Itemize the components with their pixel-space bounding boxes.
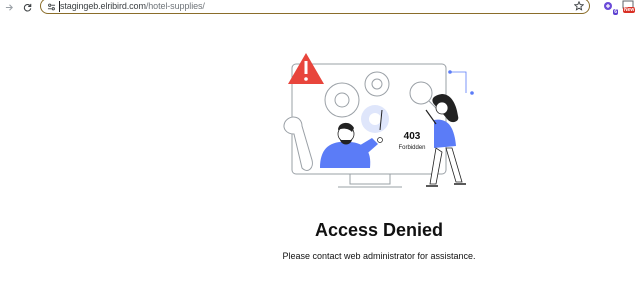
star-icon [574,1,584,11]
gear-icon [361,105,389,133]
browser-toolbar: stagingeb.elribird.com/hotel-supplies/ 6… [0,0,640,16]
url-path: /hotel-supplies/ [145,1,205,11]
status-code: 403 [403,131,421,142]
url-text[interactable]: stagingeb.elribird.com/hotel-supplies/ [60,0,205,12]
new-badge: New [623,7,636,13]
arrow-right-icon [5,3,13,11]
browser-window: stagingeb.elribird.com/hotel-supplies/ 6… [0,0,640,282]
forward-button[interactable] [2,0,16,14]
url-host: stagingeb.elribird.com [60,1,146,11]
address-bar[interactable]: stagingeb.elribird.com/hotel-supplies/ [40,0,590,14]
reload-button[interactable] [20,0,34,14]
site-info-button[interactable] [45,1,57,12]
extension-button[interactable]: 6 [602,0,618,16]
extension-new-button[interactable]: New [620,0,636,16]
access-denied-illustration [283,53,474,188]
page-message: Please contact web administrator for ass… [282,251,476,261]
reload-icon [23,3,31,12]
status-text: Forbidden [398,145,426,151]
extension-badge: 6 [613,9,618,15]
bookmark-button[interactable] [573,0,585,12]
page-title: Access Denied [314,220,444,240]
connector-dots-icon [448,70,474,95]
tune-icon [47,3,55,10]
